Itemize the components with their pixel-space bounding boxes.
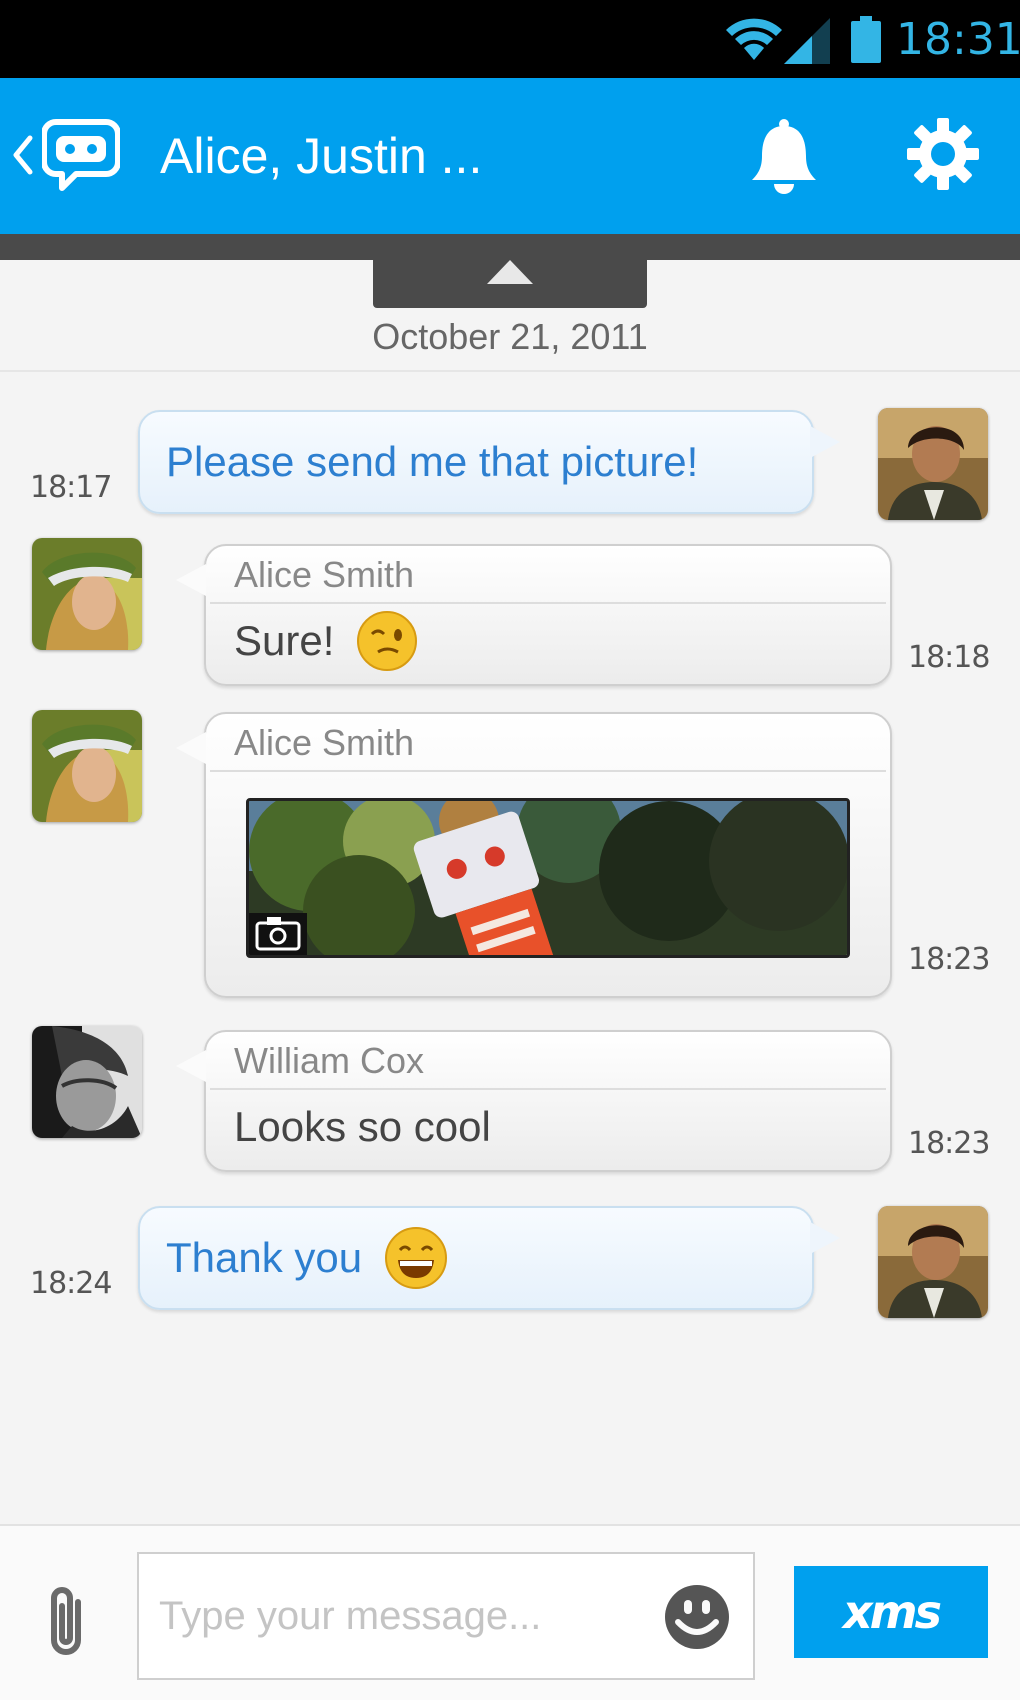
bell-icon[interactable] (748, 116, 820, 196)
avatar-self-image (878, 408, 988, 520)
date-divider-label: October 21, 2011 (372, 316, 648, 357)
photo-attachment[interactable] (246, 798, 850, 958)
message-text: Looks so cool (234, 1103, 491, 1150)
back-chevron-icon[interactable] (10, 130, 34, 180)
sender-name: Alice Smith (234, 722, 415, 763)
status-bar: 18:31 (0, 0, 1020, 78)
paperclip-icon[interactable] (38, 1582, 98, 1662)
avatar[interactable] (878, 408, 988, 520)
avatar[interactable] (32, 1026, 142, 1138)
app-logo-icon[interactable] (42, 116, 120, 192)
message-time: 18:23 (908, 1126, 990, 1161)
bubble-tail (176, 564, 206, 596)
message-composer: xms (0, 1524, 1020, 1700)
bubble-tail (176, 1050, 206, 1082)
message-time: 18:17 (30, 470, 112, 505)
message-time: 18:18 (908, 640, 990, 675)
wifi-icon (726, 18, 782, 60)
avatar[interactable] (878, 1206, 988, 1318)
sender-name: Alice Smith (234, 554, 415, 595)
incoming-photo-bubble[interactable]: Alice Smith (176, 712, 892, 998)
avatar-william-image (32, 1026, 142, 1138)
avatar-self-image (878, 1206, 988, 1318)
sender-name: William Cox (234, 1040, 425, 1081)
outgoing-message-bubble[interactable]: Please send me that picture! (138, 410, 840, 514)
chat-title[interactable]: Alice, Justin ... (160, 118, 482, 194)
message-time: 18:24 (30, 1266, 112, 1301)
message-text-row: Sure! (234, 604, 418, 678)
status-clock: 18:31 (896, 14, 1020, 65)
date-divider-line (0, 370, 1020, 372)
avatar-alice-image (32, 538, 142, 650)
message-text: Please send me that picture! (166, 438, 699, 485)
message-time: 18:23 (908, 942, 990, 977)
load-earlier-button[interactable] (373, 234, 647, 308)
gear-icon[interactable] (905, 116, 981, 192)
outgoing-message-bubble[interactable]: Thank you (138, 1206, 840, 1310)
message-text: Sure! (234, 617, 335, 664)
smiley-icon[interactable] (662, 1582, 732, 1652)
message-text: Thank you (166, 1234, 363, 1281)
avatar[interactable] (32, 538, 142, 650)
wink-emoji-icon (357, 611, 418, 671)
bubble-tail (810, 1222, 840, 1254)
bubble-tail (810, 426, 840, 458)
bubble-separator (210, 770, 886, 772)
send-button[interactable]: xms (794, 1566, 988, 1658)
incoming-message-bubble[interactable]: Alice Smith Sure! (176, 544, 892, 686)
battery-icon (851, 16, 881, 63)
chevron-up-icon (487, 260, 533, 284)
grin-emoji-icon (385, 1227, 448, 1289)
message-text-row: Thank you (166, 1208, 448, 1308)
bubble-tail (176, 732, 206, 764)
avatar[interactable] (32, 710, 142, 822)
robot-photo-image (249, 801, 847, 955)
incoming-message-bubble[interactable]: William Cox Looks so cool (176, 1030, 892, 1172)
signal-icon (784, 18, 830, 64)
action-bar: Alice, Justin ... (0, 78, 1020, 234)
avatar-alice-image (32, 710, 142, 822)
